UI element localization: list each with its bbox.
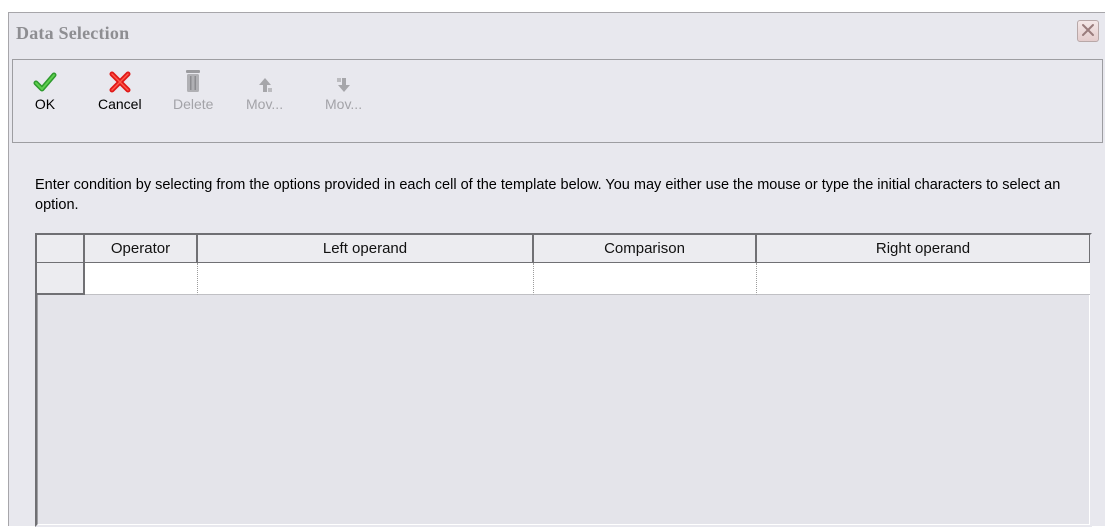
left-operand-input[interactable]: [198, 263, 533, 294]
move-down-button[interactable]: Mov...: [325, 66, 362, 112]
toolbar: OK Cancel Delete Mov... Mov...: [12, 59, 1103, 143]
x-icon: [108, 66, 132, 94]
column-header-label: Comparison: [604, 240, 685, 257]
grid-corner-header[interactable]: [37, 235, 85, 263]
cancel-button[interactable]: Cancel: [98, 66, 142, 112]
comparison-input[interactable]: [534, 263, 756, 294]
close-icon: [1081, 23, 1095, 40]
delete-label: Delete: [173, 96, 214, 112]
cancel-label: Cancel: [98, 96, 142, 112]
arrow-down-icon: [335, 66, 353, 94]
move-up-label: Mov...: [246, 96, 284, 112]
close-button[interactable]: [1077, 20, 1099, 42]
ok-label: OK: [34, 96, 56, 112]
left-operand-cell[interactable]: [198, 263, 534, 295]
data-selection-window: Data Selection OK Cancel Delete Mov... M…: [8, 12, 1105, 527]
delete-button[interactable]: Delete: [173, 66, 213, 112]
move-up-button[interactable]: Mov...: [246, 66, 283, 112]
arrow-up-icon: [256, 66, 274, 94]
title-bar: Data Selection: [9, 13, 1105, 59]
column-header-right-operand[interactable]: Right operand: [757, 235, 1090, 263]
trash-icon: [183, 66, 203, 94]
column-header-operator[interactable]: Operator: [85, 235, 198, 263]
column-header-label: Right operand: [875, 240, 971, 257]
window-title: Data Selection: [16, 23, 130, 43]
move-down-label: Mov...: [325, 96, 363, 112]
column-header-label: Operator: [110, 240, 171, 257]
operator-cell[interactable]: [85, 263, 198, 295]
operator-input[interactable]: [85, 263, 197, 294]
row-selector[interactable]: [37, 263, 85, 295]
comparison-cell[interactable]: [534, 263, 757, 295]
column-header-left-operand[interactable]: Left operand: [198, 235, 534, 263]
checkmark-icon: [33, 66, 57, 94]
ok-button[interactable]: OK: [33, 66, 57, 112]
column-header-comparison[interactable]: Comparison: [534, 235, 757, 263]
right-operand-cell[interactable]: [757, 263, 1090, 295]
column-header-label: Left operand: [322, 240, 408, 257]
instructions-text: Enter condition by selecting from the op…: [35, 177, 1061, 213]
right-operand-input[interactable]: [757, 263, 1090, 294]
condition-grid: Operator Left operand Comparison Right o…: [35, 233, 1092, 527]
